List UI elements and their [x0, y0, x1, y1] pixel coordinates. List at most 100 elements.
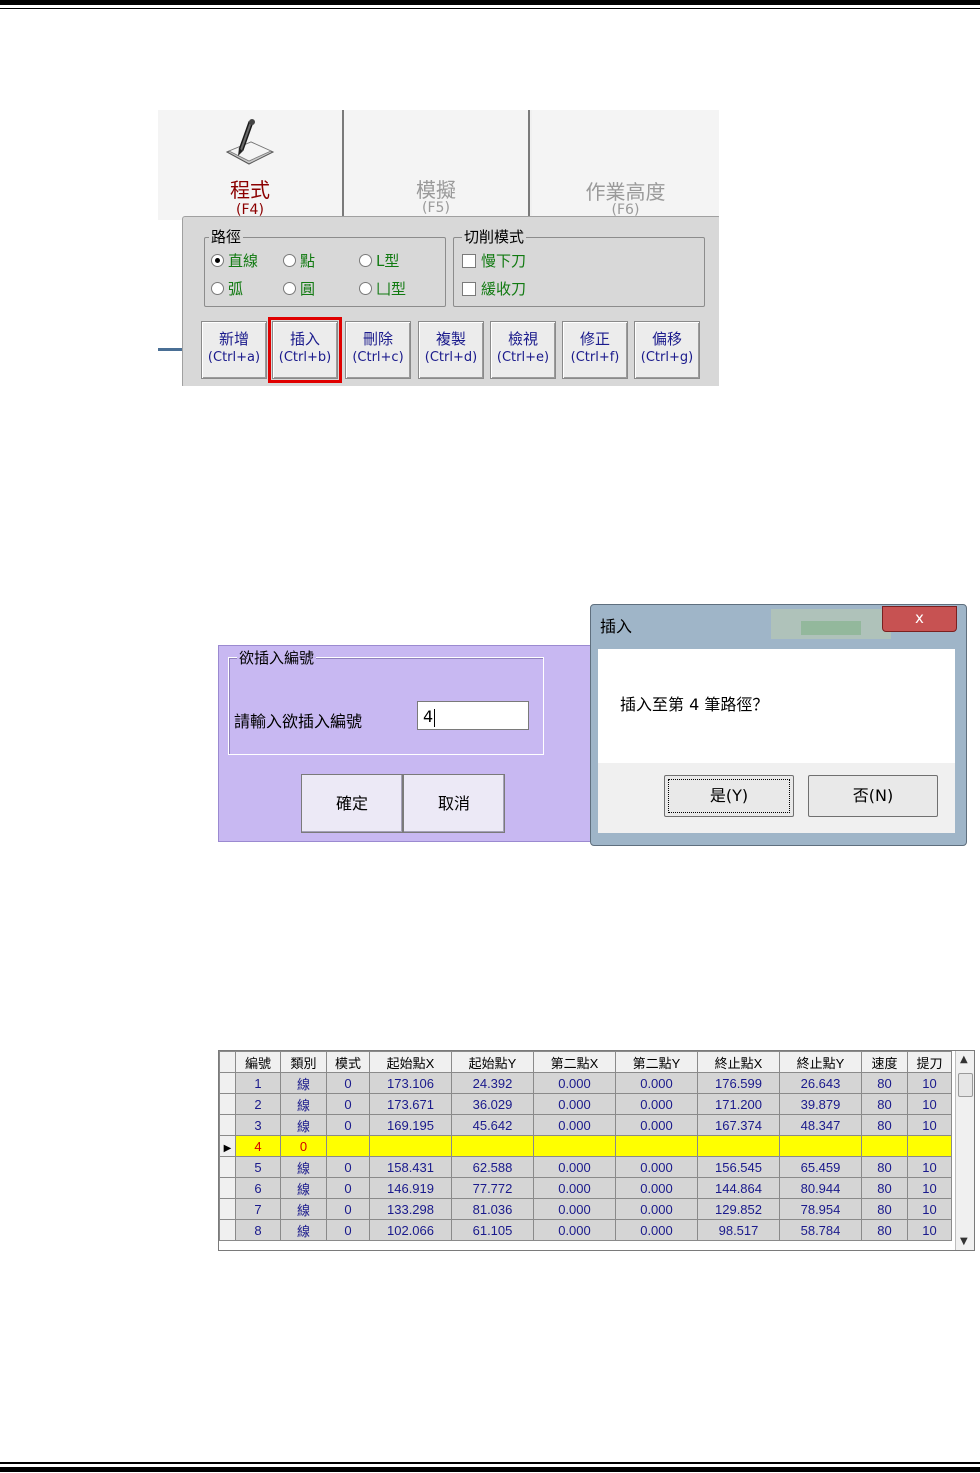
- scroll-down-icon[interactable]: ▼: [960, 1236, 968, 1247]
- table-cell[interactable]: 10: [907, 1093, 952, 1115]
- table-cell[interactable]: 0: [326, 1198, 370, 1220]
- offset-button[interactable]: 偏移 (Ctrl+g): [634, 321, 700, 379]
- row-header[interactable]: ▶: [219, 1135, 236, 1157]
- table-cell[interactable]: 77.772: [451, 1177, 534, 1199]
- table-cell[interactable]: 0.000: [533, 1093, 616, 1115]
- tab-program[interactable]: 程式 (F4): [158, 110, 344, 220]
- radio-circle[interactable]: 圓: [283, 278, 315, 299]
- table-cell[interactable]: 0.000: [615, 1219, 698, 1241]
- table-cell[interactable]: 61.105: [451, 1219, 534, 1241]
- table-cell[interactable]: 線: [280, 1198, 327, 1220]
- table-cell[interactable]: 39.879: [779, 1093, 862, 1115]
- table-cell[interactable]: 3: [235, 1114, 281, 1136]
- table-cell[interactable]: 線: [280, 1114, 327, 1136]
- scroll-up-icon[interactable]: ▲: [960, 1054, 968, 1065]
- column-header[interactable]: 類別: [280, 1051, 327, 1073]
- table-row[interactable]: 6 線 0 146.919 77.772 0.000 0.000 144.864 80.944 8…: [219, 1177, 952, 1199]
- row-header[interactable]: [219, 1177, 236, 1199]
- table-cell[interactable]: 0: [280, 1135, 327, 1157]
- tab-work-height[interactable]: 作業高度 (F6): [532, 110, 719, 220]
- table-cell[interactable]: 10: [907, 1177, 952, 1199]
- table-cell[interactable]: 173.106: [369, 1072, 452, 1094]
- table-cell[interactable]: 0.000: [615, 1072, 698, 1094]
- table-row[interactable]: ▶ 4 0: [219, 1135, 952, 1157]
- checkbox-slow-plunge[interactable]: 慢下刀: [462, 250, 526, 271]
- table-cell[interactable]: 6: [235, 1177, 281, 1199]
- table-cell[interactable]: 58.784: [779, 1219, 862, 1241]
- table-row[interactable]: 1 線 0 173.106 24.392 0.000 0.000 176.599 26.643 8…: [219, 1072, 952, 1094]
- tab-simulate[interactable]: 模擬 (F5): [344, 110, 530, 220]
- radio-point[interactable]: 點: [283, 250, 315, 271]
- radio-u-shape[interactable]: 凵型: [359, 278, 406, 299]
- row-header[interactable]: [219, 1198, 236, 1220]
- table-cell[interactable]: 129.852: [697, 1198, 780, 1220]
- table-row[interactable]: 7 線 0 133.298 81.036 0.000 0.000 129.852 78.954 8…: [219, 1198, 952, 1220]
- table-cell[interactable]: 0.000: [615, 1114, 698, 1136]
- row-header[interactable]: [219, 1072, 236, 1094]
- column-header[interactable]: 第二點X: [533, 1051, 616, 1073]
- add-button[interactable]: 新增 (Ctrl+a): [201, 321, 267, 379]
- table-cell[interactable]: 2: [235, 1093, 281, 1115]
- view-button[interactable]: 檢視 (Ctrl+e): [490, 321, 556, 379]
- table-cell[interactable]: 156.545: [697, 1156, 780, 1178]
- table-cell[interactable]: 80: [861, 1219, 908, 1241]
- checkbox-slow-retract[interactable]: 緩收刀: [462, 278, 526, 299]
- column-header[interactable]: 起始點X: [369, 1051, 452, 1073]
- table-cell[interactable]: 5: [235, 1156, 281, 1178]
- table-cell[interactable]: 176.599: [697, 1072, 780, 1094]
- table-cell[interactable]: 1: [235, 1072, 281, 1094]
- table-cell[interactable]: 8: [235, 1219, 281, 1241]
- column-header[interactable]: 起始點Y: [451, 1051, 534, 1073]
- table-cell[interactable]: 80: [861, 1156, 908, 1178]
- modify-button[interactable]: 修正 (Ctrl+f): [562, 321, 628, 379]
- row-header[interactable]: [219, 1219, 236, 1241]
- table-cell[interactable]: [861, 1135, 908, 1157]
- table-cell[interactable]: 48.347: [779, 1114, 862, 1136]
- radio-line[interactable]: 直線: [211, 250, 258, 271]
- column-header[interactable]: 編號: [235, 1051, 281, 1073]
- ok-button[interactable]: 確定: [301, 774, 403, 833]
- table-cell[interactable]: 80: [861, 1198, 908, 1220]
- table-cell[interactable]: 10: [907, 1114, 952, 1136]
- cancel-button[interactable]: 取消: [403, 774, 505, 833]
- table-cell[interactable]: 80: [861, 1114, 908, 1136]
- table-cell[interactable]: 80: [861, 1177, 908, 1199]
- table-cell[interactable]: 10: [907, 1219, 952, 1241]
- no-button[interactable]: 否(N): [808, 775, 938, 817]
- table-cell[interactable]: 0: [326, 1177, 370, 1199]
- row-header[interactable]: [219, 1114, 236, 1136]
- table-cell[interactable]: 0.000: [533, 1156, 616, 1178]
- table-row[interactable]: 5 線 0 158.431 62.588 0.000 0.000 156.545 65.459 8…: [219, 1156, 952, 1178]
- table-cell[interactable]: 0.000: [615, 1198, 698, 1220]
- table-cell[interactable]: [451, 1135, 534, 1157]
- table-cell[interactable]: 線: [280, 1072, 327, 1094]
- column-header[interactable]: 終止點X: [697, 1051, 780, 1073]
- table-cell[interactable]: 24.392: [451, 1072, 534, 1094]
- table-cell[interactable]: 線: [280, 1093, 327, 1115]
- table-cell[interactable]: 7: [235, 1198, 281, 1220]
- column-header[interactable]: 第二點Y: [615, 1051, 698, 1073]
- table-cell[interactable]: 0.000: [615, 1177, 698, 1199]
- table-cell[interactable]: [369, 1135, 452, 1157]
- table-cell[interactable]: 0: [326, 1093, 370, 1115]
- scroll-thumb[interactable]: [958, 1073, 973, 1097]
- table-cell[interactable]: 4: [235, 1135, 281, 1157]
- table-cell[interactable]: 26.643: [779, 1072, 862, 1094]
- copy-button[interactable]: 複製 (Ctrl+d): [418, 321, 484, 379]
- table-cell[interactable]: [907, 1135, 952, 1157]
- row-header[interactable]: [219, 1156, 236, 1178]
- table-cell[interactable]: 0.000: [533, 1114, 616, 1136]
- table-cell[interactable]: 158.431: [369, 1156, 452, 1178]
- table-cell[interactable]: 0.000: [615, 1093, 698, 1115]
- table-cell[interactable]: 10: [907, 1198, 952, 1220]
- table-row[interactable]: 2 線 0 173.671 36.029 0.000 0.000 171.200 39.879 8…: [219, 1093, 952, 1115]
- table-cell[interactable]: 0: [326, 1072, 370, 1094]
- table-cell[interactable]: 98.517: [697, 1219, 780, 1241]
- table-cell[interactable]: 81.036: [451, 1198, 534, 1220]
- table-cell[interactable]: 線: [280, 1219, 327, 1241]
- table-cell[interactable]: 80: [861, 1072, 908, 1094]
- table-cell[interactable]: 80.944: [779, 1177, 862, 1199]
- table-cell[interactable]: 0: [326, 1219, 370, 1241]
- table-cell[interactable]: 144.864: [697, 1177, 780, 1199]
- table-cell[interactable]: 36.029: [451, 1093, 534, 1115]
